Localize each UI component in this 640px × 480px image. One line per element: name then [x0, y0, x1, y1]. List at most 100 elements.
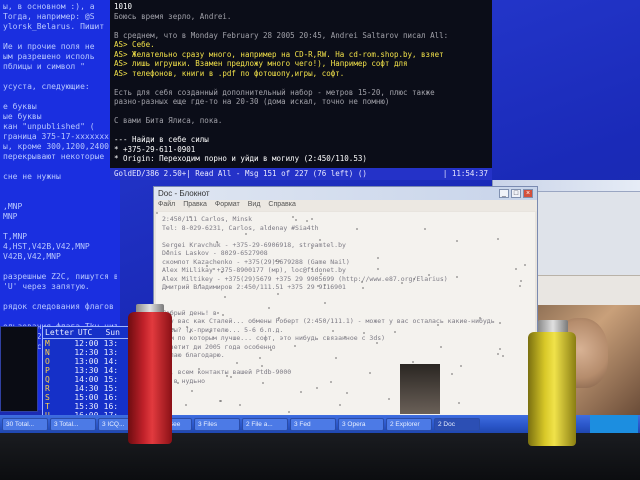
taskbar-button[interactable]: 2 Doc — [434, 417, 480, 431]
viewer-line: 4,HST,V42B,V42,MNP — [3, 242, 90, 251]
dust-speck — [519, 284, 522, 287]
maximize-icon[interactable]: □ — [511, 189, 521, 198]
dust-speck — [188, 215, 191, 218]
notepad-line: 2:450/111 Carlos, Minsk — [162, 215, 253, 223]
golded-status-bar: GoldED/386 2.50+| Read All - Msg 151 of … — [110, 168, 492, 180]
dust-speck — [277, 317, 280, 320]
taskbar-button[interactable]: 3 Files — [194, 417, 240, 431]
message-line: AS> Желательно сразу много, например на … — [114, 49, 444, 59]
dust-speck — [362, 331, 365, 334]
notepad-line: Ну, всем контакты вашей Ptdb-9000 — [162, 368, 292, 376]
viewer-line: ым разрешено исполь — [3, 52, 95, 61]
table-row: Q 14:00 15: — [43, 375, 131, 384]
system-tray[interactable] — [590, 415, 638, 433]
notepad-line: Желаю благодарю. — [162, 351, 225, 359]
notepad-line: Alex MiLlikay +375-8900177 (мр), loc@fid… — [162, 266, 346, 274]
menu-item[interactable]: Справка — [268, 201, 295, 210]
menu-item[interactable]: Формат — [215, 201, 240, 210]
close-icon[interactable]: × — [523, 189, 533, 198]
taskbar-button[interactable]: 3 Total... — [50, 417, 96, 431]
message-line: --- Найди в себе силы — [114, 135, 209, 144]
viewer-line: ы, кроме 300,1200,2400 — [3, 142, 109, 151]
viewer-line: е буквы — [3, 102, 37, 111]
notepad-window[interactable]: Doc - Блокнот _ □ × Файл Правка Формат Вид С… — [153, 186, 538, 422]
notepad-line: скомпот Kazachenko - +375(29)5679288 (Ga… — [162, 257, 350, 266]
viewer-line: T,MNP — [3, 232, 28, 241]
menu-item[interactable]: Файл — [158, 201, 175, 210]
viewer-line: кан "unpublished" ( — [3, 122, 95, 131]
message-line: AS> Себе. — [114, 40, 155, 49]
timezone-table-header: Letter UTC Sun — [43, 327, 131, 339]
taskbar-button[interactable]: 2 File a... — [242, 417, 288, 431]
table-cell-sun: 14: — [103, 357, 119, 366]
status-message-info: GoldED/386 2.50+| Read All - Msg 151 of … — [114, 169, 367, 178]
viewer-line: MNP — [3, 212, 18, 221]
dust-speck — [299, 390, 302, 393]
dust-speck — [316, 284, 319, 287]
table-cell-sun: 16: — [103, 402, 119, 411]
table-cell-sun: 15: — [103, 375, 119, 384]
viewer-line — [3, 32, 117, 42]
table-cell-sun: 16: — [103, 393, 119, 402]
dust-speck — [215, 240, 218, 243]
viewer-line: усуста, следующие: — [3, 82, 90, 91]
notepad-titlebar[interactable]: Doc - Блокнот _ □ × — [154, 187, 537, 200]
taskbar-button[interactable]: 3 Opera — [338, 417, 384, 431]
viewer-line: 'U' через запятую. — [3, 282, 90, 291]
taskbar-button[interactable]: 3 Fed — [290, 417, 336, 431]
table-cell-letter: R — [45, 384, 50, 393]
viewer-line: ые буквы — [3, 112, 42, 121]
message-line: В среднем, что в Monday February 28 2005… — [114, 30, 449, 40]
dust-speck — [330, 380, 332, 383]
notepad-line: Ответит ди 2005 года особенно — [162, 342, 276, 351]
viewer-line — [3, 92, 117, 102]
dust-speck — [343, 336, 346, 339]
dust-speck — [355, 228, 358, 231]
message-line — [114, 21, 488, 31]
dust-speck — [310, 246, 313, 249]
message-line: AS> телефонов, книги в .pdf по фотошопу,… — [114, 68, 345, 78]
message-line: * +375-29-611-0901 — [114, 144, 196, 154]
message-line — [114, 78, 488, 88]
viewer-line: сне не нужны — [3, 172, 61, 181]
taskbar-button[interactable]: 2 Explorer — [386, 417, 432, 431]
notepad-text-area[interactable]: 2:450/111 Carlos, Minsk Tel: 8-029-6231, … — [156, 212, 535, 419]
viewer-line: Ие и прочие поля не — [3, 42, 95, 51]
table-cell-letter: Q — [45, 375, 50, 384]
table-row: R 14:30 15: — [43, 384, 131, 393]
table-cell-utc: 14:00 — [74, 375, 99, 384]
viewer-line: ,MNP — [3, 202, 23, 211]
golded-message-window[interactable]: 1010 Боюсь время зерло, Andrei. В среднем… — [110, 0, 492, 180]
viewer-line: граница 375-17-xxxxxxx. — [3, 132, 114, 141]
table-row: O 13:00 14: — [43, 357, 131, 366]
message-line: * Origin: Переходим порно и уйди в могил… — [114, 154, 367, 163]
status-clock: | 11:54:37 — [442, 169, 488, 178]
dust-speck — [166, 249, 169, 252]
viewer-line — [3, 162, 117, 172]
taskbar-button[interactable]: 30 Total... — [2, 417, 48, 431]
dust-speck — [220, 271, 223, 274]
menu-item[interactable]: Вид — [248, 201, 261, 210]
minimize-icon[interactable]: _ — [499, 189, 509, 198]
dust-speck — [305, 219, 308, 222]
dust-speck — [524, 263, 527, 266]
viewer-line: V42B,V42,MNP — [3, 252, 61, 261]
message-line: С вами Бита Ялиса, пока. — [114, 116, 223, 125]
table-row: N 12:30 13: — [43, 348, 131, 357]
message-line — [114, 107, 488, 117]
notepad-line — [162, 360, 529, 369]
table-cell-letter: O — [45, 357, 50, 366]
dust-speck — [315, 386, 318, 389]
dust-speck — [323, 302, 326, 305]
viewer-line: перекрывают некоторые — [3, 152, 105, 161]
message-line: Есть для себя созданный дополнительный н… — [114, 87, 435, 97]
table-cell-sun: 13: — [103, 348, 119, 357]
viewer-line: ylorsk_Belarus. Пишит — [3, 22, 105, 31]
table-row: M 12:00 13: — [43, 339, 131, 348]
table-cell-letter: N — [45, 348, 50, 357]
dust-speck — [457, 402, 460, 405]
menu-item[interactable]: Правка — [183, 201, 207, 210]
dust-speck — [258, 357, 261, 360]
column-header-utc: UTC — [77, 328, 93, 337]
table-cell-letter: P — [45, 366, 50, 375]
